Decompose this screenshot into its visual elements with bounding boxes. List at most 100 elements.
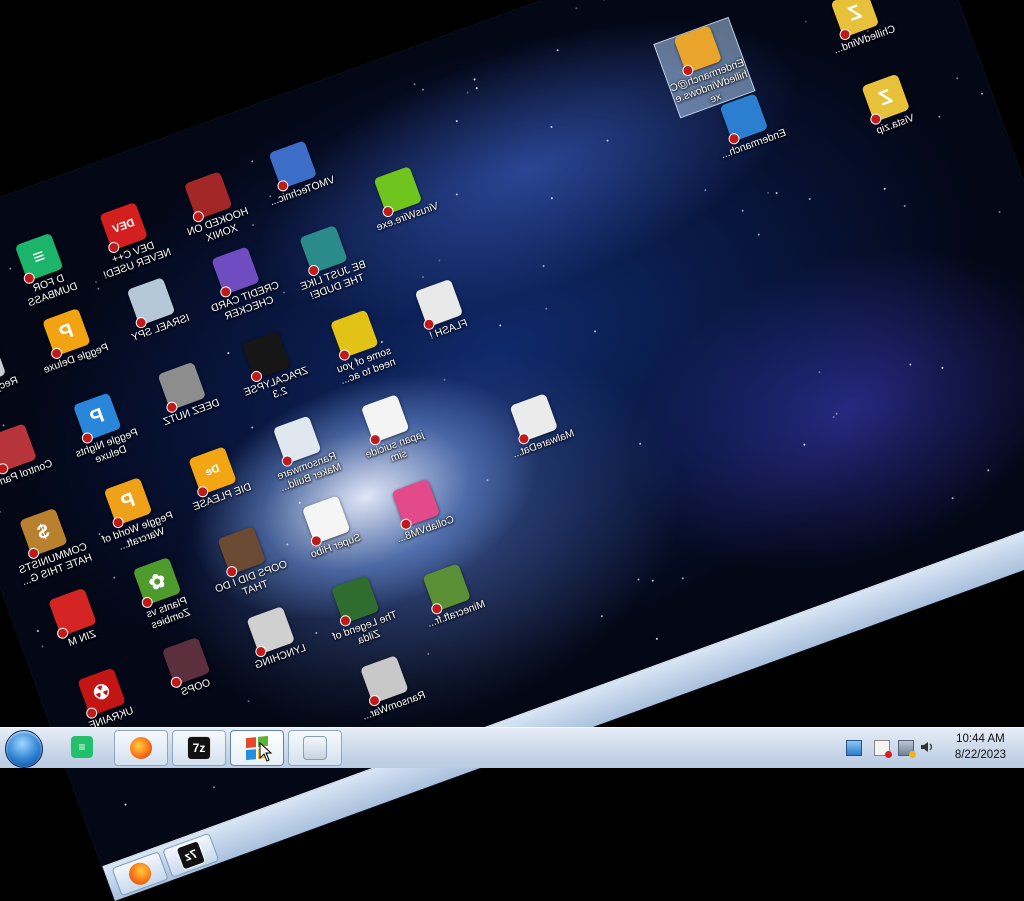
desktop-icon[interactable]: some of you need to ac... bbox=[311, 303, 407, 391]
taskbar-notes-button[interactable]: ≡ bbox=[60, 730, 104, 764]
star bbox=[298, 501, 302, 505]
star bbox=[955, 76, 959, 80]
star bbox=[951, 497, 955, 500]
star bbox=[998, 210, 1002, 214]
star bbox=[606, 139, 609, 142]
star bbox=[681, 577, 685, 580]
clock-date: 8/22/2023 bbox=[954, 749, 1006, 761]
star bbox=[832, 416, 836, 419]
star bbox=[636, 578, 640, 581]
star bbox=[124, 802, 128, 806]
desktop-icon[interactable]: DEV DEV C++ NEVER USED! bbox=[81, 195, 177, 283]
star bbox=[556, 48, 560, 52]
firefox-icon bbox=[125, 859, 155, 888]
inner-taskbar-firefox-button[interactable] bbox=[111, 851, 169, 897]
desktop-icon[interactable]: OOPS bbox=[143, 630, 234, 706]
desktop-icon[interactable]: Z ChilledWind... bbox=[812, 0, 903, 59]
volume-icon[interactable] bbox=[920, 740, 936, 754]
star bbox=[574, 7, 578, 10]
desktop-icon[interactable]: ✿ Plants vs Zombies bbox=[114, 550, 210, 638]
star bbox=[246, 699, 250, 703]
star bbox=[656, 637, 659, 641]
star bbox=[544, 307, 548, 311]
star bbox=[455, 119, 458, 123]
star bbox=[437, 259, 441, 262]
desktop-icon[interactable]: VMOTechnic... bbox=[250, 134, 341, 210]
desktop-icon[interactable]: ☢ UKRAINE bbox=[58, 661, 149, 737]
desktop-icon[interactable]: RansomWar... bbox=[341, 648, 432, 724]
star bbox=[2, 424, 5, 428]
star bbox=[835, 412, 839, 416]
desktop-icon-grid: Network🗑Recycle Bin Control Panel $COMMUNI… bbox=[0, 0, 916, 732]
desktop-icon[interactable]: Super Hibo bbox=[283, 489, 374, 565]
desktop-icon[interactable]: ≡ D FOR DUMBASS bbox=[0, 226, 91, 314]
desktop-icon[interactable]: MalwareDat... bbox=[491, 386, 582, 462]
desktop-icon[interactable]: P Peggle World of Warcraft... bbox=[85, 470, 181, 558]
star bbox=[981, 92, 984, 96]
desktop-icon[interactable]: De DIE PLEASE bbox=[169, 439, 260, 515]
star bbox=[550, 196, 554, 200]
taskbar-7zip-button[interactable]: 7z bbox=[172, 730, 226, 766]
monitor-icon bbox=[303, 736, 327, 760]
desktop-icon[interactable]: DEEZ NUTZ bbox=[139, 355, 230, 431]
desktop-icon[interactable]: Control Panel bbox=[0, 416, 61, 492]
star bbox=[286, 542, 289, 546]
desktop-icon[interactable]: P Peggle Nights Deluxe bbox=[54, 386, 150, 474]
star bbox=[883, 187, 887, 191]
desktop-icon[interactable]: ISRAEL SPY bbox=[108, 270, 199, 346]
desktop-icon-label: Network bbox=[0, 295, 3, 333]
star bbox=[542, 264, 545, 268]
desktop-icon[interactable]: OOPS DID I DO THAT bbox=[198, 519, 294, 607]
desktop-icon[interactable]: VirusWire.exe bbox=[355, 159, 446, 235]
desktop-icon[interactable]: ZPACALYPSE 2.3 bbox=[223, 324, 319, 412]
desktop-icon[interactable]: $ COMMUNISTS HATE THIS G... bbox=[0, 501, 96, 589]
star bbox=[600, 615, 604, 618]
taskbar-viewer-button[interactable] bbox=[288, 730, 342, 766]
star bbox=[903, 204, 907, 207]
desktop-icon[interactable]: japan suicide sim bbox=[342, 387, 438, 475]
clock-time: 10:44 AM bbox=[956, 733, 1005, 745]
star bbox=[804, 20, 808, 23]
desktop-icon[interactable]: FLASH ! bbox=[396, 272, 487, 348]
star bbox=[427, 652, 430, 656]
taskbar-chilledwindows-button[interactable] bbox=[230, 730, 284, 766]
desktop-icon[interactable]: BE JUST LIKE THE DUDE! bbox=[280, 218, 376, 306]
star bbox=[0, 510, 1, 514]
7zip-icon: 7z bbox=[187, 736, 211, 760]
star bbox=[475, 86, 479, 90]
star bbox=[498, 323, 502, 327]
desktop-icon[interactable]: The Legend of Zilda bbox=[312, 568, 408, 656]
start-button[interactable] bbox=[5, 730, 43, 768]
network-icon[interactable] bbox=[898, 740, 916, 758]
star bbox=[473, 77, 476, 81]
star bbox=[455, 193, 458, 196]
star bbox=[803, 443, 806, 446]
clock[interactable]: 10:44 AM 8/22/2023 bbox=[955, 731, 1006, 763]
desktop-icon[interactable]: 🗑Recycle Bin bbox=[0, 332, 30, 408]
desktop-icon[interactable]: ZIN M bbox=[29, 581, 120, 657]
desktop-icon[interactable]: Minecraft.fr... bbox=[404, 556, 495, 632]
star bbox=[741, 209, 744, 213]
desktop-icon[interactable]: CollabVM8... bbox=[373, 472, 464, 548]
desktop-icon[interactable]: HOOKED ON XONIX bbox=[165, 164, 261, 252]
star bbox=[443, 378, 446, 381]
desktop-icon[interactable]: Ransomware Maker Build... bbox=[254, 409, 350, 497]
star bbox=[602, 0, 606, 2]
star bbox=[651, 579, 655, 583]
star bbox=[212, 785, 216, 789]
desktop-icon[interactable]: CREDIT CARD CHECKER bbox=[192, 240, 288, 328]
star bbox=[986, 469, 990, 472]
star bbox=[94, 281, 98, 284]
taskbar-firefox-button[interactable] bbox=[114, 730, 168, 766]
desktop-icon[interactable]: P Peggle Deluxe bbox=[23, 301, 114, 377]
show-hidden-icons-icon[interactable] bbox=[846, 740, 862, 756]
star bbox=[466, 90, 469, 94]
desktop-icon[interactable]: LYNCHING bbox=[228, 599, 319, 675]
action-center-flag-icon[interactable] bbox=[874, 740, 892, 758]
star bbox=[937, 115, 941, 118]
star bbox=[908, 363, 912, 366]
inner-taskbar-7zip-button[interactable]: 7z bbox=[162, 832, 220, 878]
star bbox=[704, 188, 707, 192]
desktop-icon[interactable]: Z Vista.zip bbox=[843, 67, 934, 143]
star bbox=[941, 366, 944, 369]
